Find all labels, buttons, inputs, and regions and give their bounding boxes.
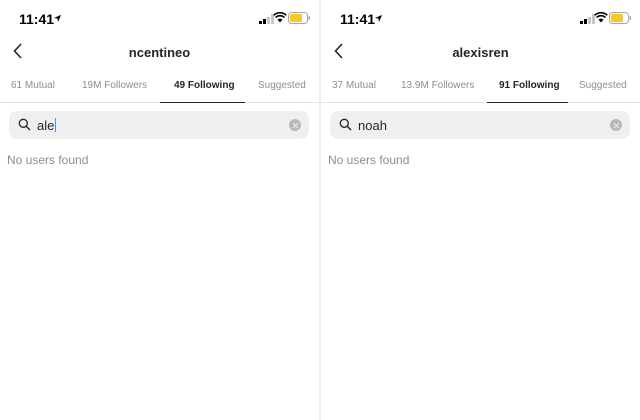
search-field[interactable]: ale bbox=[9, 111, 309, 139]
panel-right: 11:41 alexisren 37 Mutual 13.9M Follower… bbox=[321, 0, 640, 420]
location-arrow-icon bbox=[53, 14, 62, 23]
wifi-icon bbox=[273, 12, 287, 23]
nav-bar: alexisren bbox=[321, 38, 640, 66]
tab-mutual[interactable]: 37 Mutual bbox=[332, 80, 376, 91]
profile-username: alexisren bbox=[452, 45, 509, 60]
search-input[interactable]: noah bbox=[358, 118, 387, 133]
tab-following[interactable]: 49 Following bbox=[174, 80, 235, 91]
status-bar: 11:41 bbox=[321, 0, 640, 38]
text-caret bbox=[55, 118, 57, 132]
empty-state-message: No users found bbox=[328, 153, 410, 167]
nav-bar: ncentineo bbox=[0, 38, 319, 66]
clear-icon[interactable] bbox=[289, 119, 301, 131]
status-bar: 11:41 bbox=[0, 0, 319, 38]
search-field[interactable]: noah bbox=[330, 111, 630, 139]
comparison-view: 11:41 ncentineo 61 Mutual 19M Followers … bbox=[0, 0, 640, 420]
tab-mutual[interactable]: 61 Mutual bbox=[11, 80, 55, 91]
tab-followers[interactable]: 13.9M Followers bbox=[401, 80, 474, 91]
status-time: 11:41 bbox=[19, 11, 55, 27]
panel-left: 11:41 ncentineo 61 Mutual 19M Followers … bbox=[0, 0, 319, 420]
active-tab-indicator bbox=[487, 102, 568, 103]
tab-suggested[interactable]: Suggested bbox=[579, 80, 627, 91]
wifi-icon bbox=[594, 12, 608, 23]
battery-icon bbox=[609, 12, 631, 24]
follow-tabs: 37 Mutual 13.9M Followers 91 Following S… bbox=[321, 72, 640, 103]
empty-state-message: No users found bbox=[7, 153, 89, 167]
battery-icon bbox=[288, 12, 310, 24]
search-icon bbox=[339, 118, 352, 131]
search-input[interactable]: ale bbox=[37, 118, 57, 133]
tab-following[interactable]: 91 Following bbox=[499, 80, 560, 91]
active-tab-indicator bbox=[160, 102, 245, 103]
follow-tabs: 61 Mutual 19M Followers 49 Following Sug… bbox=[0, 72, 319, 103]
search-query: ale bbox=[37, 118, 55, 133]
clear-icon[interactable] bbox=[610, 119, 622, 131]
profile-username: ncentineo bbox=[128, 45, 191, 60]
tab-followers[interactable]: 19M Followers bbox=[82, 80, 147, 91]
location-arrow-icon bbox=[374, 14, 383, 23]
tab-suggested[interactable]: Suggested bbox=[258, 80, 306, 91]
search-icon bbox=[18, 118, 31, 131]
search-query: noah bbox=[358, 118, 387, 133]
status-time: 11:41 bbox=[340, 11, 376, 27]
